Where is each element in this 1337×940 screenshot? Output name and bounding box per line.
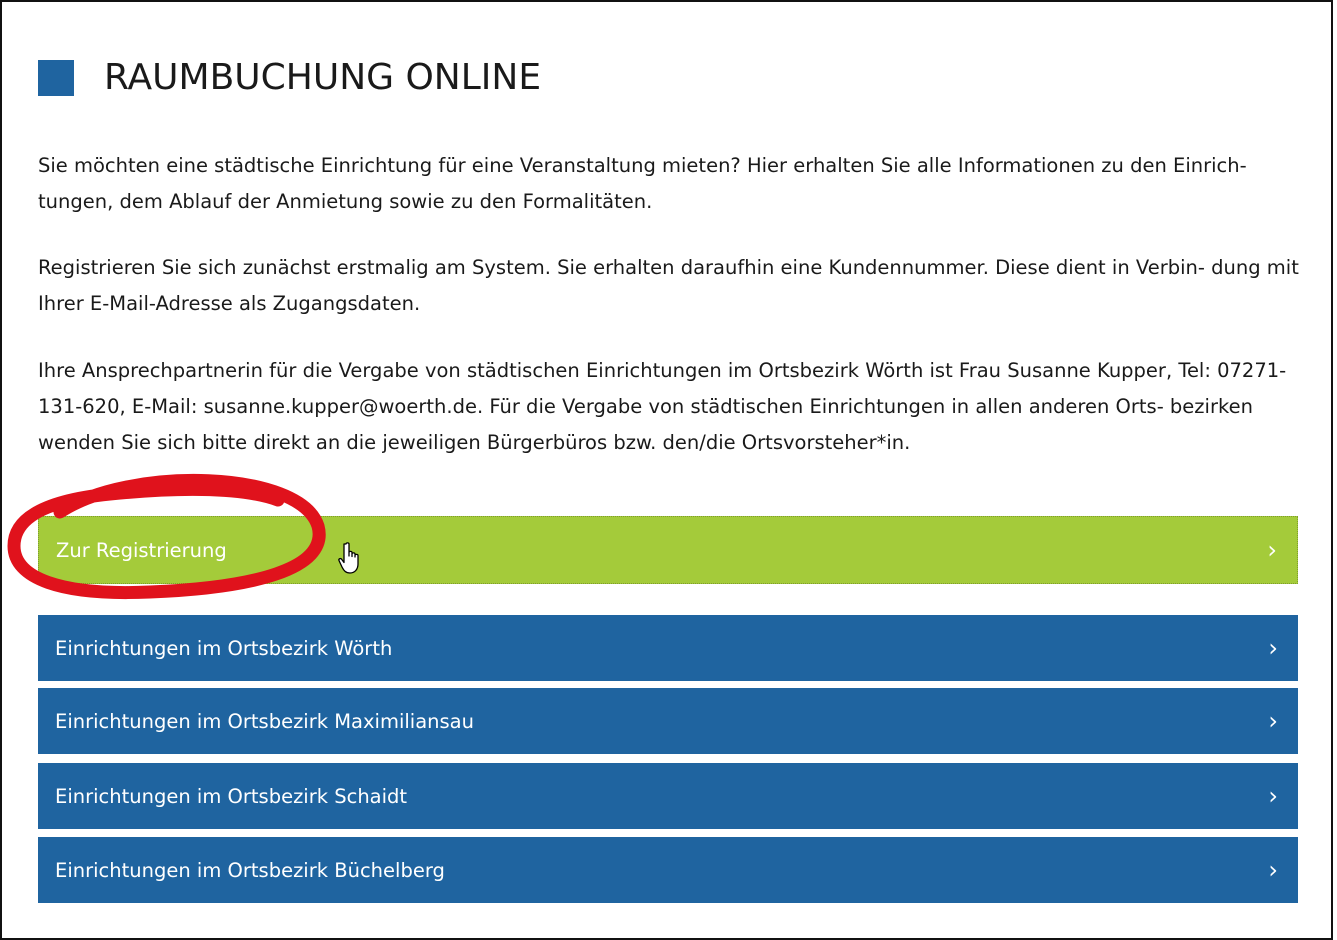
- page-heading: RAUMBUCHUNG ONLINE: [38, 54, 541, 102]
- blue-square-icon: [38, 60, 74, 96]
- link-ortsbezirk-maximiliansau[interactable]: Einrichtungen im Ortsbezirk Maximiliansa…: [38, 688, 1298, 754]
- registration-link-label: Zur Registrierung: [56, 538, 227, 562]
- page-title: RAUMBUCHUNG ONLINE: [104, 57, 542, 98]
- hand-pointer-icon: [338, 542, 359, 574]
- link-label: Einrichtungen im Ortsbezirk Büchelberg: [55, 858, 445, 882]
- contact-paragraph: Ihre Ansprechpartnerin für die Vergabe v…: [38, 359, 1287, 454]
- chevron-right-icon: ›: [1268, 782, 1278, 810]
- link-label: Einrichtungen im Ortsbezirk Schaidt: [55, 784, 408, 808]
- intro-paragraph: Sie möchten eine städtische Einrichtung …: [38, 154, 1247, 213]
- registration-link[interactable]: Zur Registrierung ›: [38, 516, 1298, 584]
- link-ortsbezirk-woerth[interactable]: Einrichtungen im Ortsbezirk Wörth ›: [38, 615, 1298, 681]
- link-label: Einrichtungen im Ortsbezirk Maximiliansa…: [55, 709, 474, 733]
- link-label: Einrichtungen im Ortsbezirk Wörth: [55, 636, 393, 660]
- chevron-right-icon: ›: [1268, 707, 1278, 735]
- chevron-right-icon: ›: [1267, 536, 1277, 564]
- chevron-right-icon: ›: [1268, 634, 1278, 662]
- link-ortsbezirk-buechelberg[interactable]: Einrichtungen im Ortsbezirk Büchelberg ›: [38, 837, 1298, 903]
- registration-paragraph: Registrieren Sie sich zunächst erstmalig…: [38, 256, 1299, 315]
- chevron-right-icon: ›: [1268, 856, 1278, 884]
- link-ortsbezirk-schaidt[interactable]: Einrichtungen im Ortsbezirk Schaidt ›: [38, 763, 1298, 829]
